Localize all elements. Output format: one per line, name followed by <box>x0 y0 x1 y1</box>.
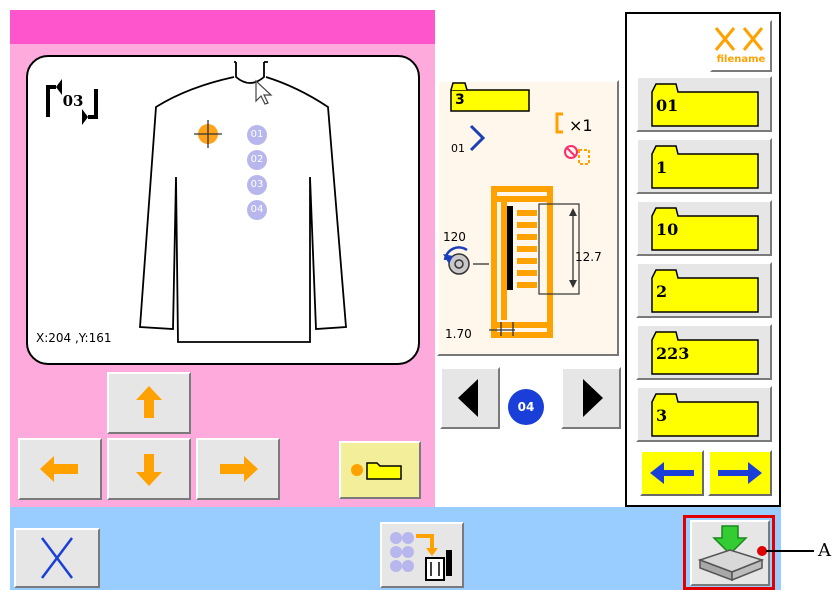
folder-label: 10 <box>656 220 679 239</box>
triangle-right-icon <box>583 379 603 417</box>
folder-item[interactable]: 01 <box>636 76 772 132</box>
pattern-number-icon[interactable]: 03 <box>44 77 102 129</box>
needle-position-marker <box>194 120 222 148</box>
mouse-cursor-icon <box>255 79 273 105</box>
height-value: 12.7 <box>575 250 602 264</box>
filename-icon <box>714 27 764 51</box>
folder-item[interactable]: 1 <box>636 138 772 194</box>
folder-page-previous-button[interactable] <box>640 450 704 496</box>
move-left-button[interactable] <box>18 438 102 500</box>
file-number-value: 3 <box>455 92 465 108</box>
arrow-left-icon <box>650 462 694 484</box>
cancel-button[interactable] <box>14 528 100 588</box>
stitch-point-marker[interactable]: 03 <box>247 175 267 195</box>
filename-label: filename <box>716 54 766 65</box>
current-point-badge: 04 <box>508 389 544 425</box>
move-down-button[interactable] <box>107 438 191 500</box>
angle-value: 120 <box>443 230 466 244</box>
folder-label: 223 <box>656 344 690 363</box>
folder-item[interactable]: 3 <box>636 386 772 442</box>
next-point-button[interactable] <box>561 367 621 429</box>
move-right-button[interactable] <box>196 438 280 500</box>
arrow-right-icon <box>220 456 258 482</box>
arrow-down-icon <box>136 454 162 486</box>
folder-label: 1 <box>656 158 668 177</box>
folder-item[interactable]: 223 <box>636 324 772 380</box>
folder-item[interactable]: 2 <box>636 262 772 318</box>
stitch-point-marker[interactable]: 04 <box>247 200 267 220</box>
stitch-settings-card[interactable]: 3 01 ×1 120 12.7 1.70 <box>437 80 619 356</box>
arrow-right-icon <box>718 462 762 484</box>
move-up-button[interactable] <box>107 372 191 434</box>
repeat-count-value: ×1 <box>569 116 593 135</box>
folder-label: 01 <box>656 96 679 115</box>
pattern-number: 03 <box>62 92 84 110</box>
folder-select-icon <box>351 462 402 480</box>
triangle-left-icon <box>458 379 478 417</box>
pattern-title-bar <box>10 10 435 44</box>
delete-pattern-button[interactable] <box>380 522 464 588</box>
folder-item[interactable]: 10 <box>636 200 772 256</box>
garment-preview[interactable]: 03 01 02 03 04 X:204 ,Y:161 <box>26 55 420 365</box>
folder-open-button[interactable] <box>339 441 421 499</box>
stitch-point-marker[interactable]: 01 <box>247 125 267 145</box>
coordinate-readout: X:204 ,Y:161 <box>36 331 112 345</box>
folder-page-next-button[interactable] <box>708 450 772 496</box>
previous-point-button[interactable] <box>440 367 500 429</box>
close-icon <box>41 537 73 579</box>
filename-button[interactable]: filename <box>710 20 772 72</box>
folder-label: 3 <box>656 406 668 425</box>
start-point-value: 01 <box>451 142 465 155</box>
callout-label: A <box>818 540 831 561</box>
arrow-up-icon <box>136 386 162 418</box>
callout-line <box>766 550 814 552</box>
folder-label: 2 <box>656 282 668 301</box>
width-value: 1.70 <box>445 327 472 341</box>
delete-points-icon <box>390 532 452 581</box>
stitch-point-marker[interactable]: 02 <box>247 150 267 170</box>
arrow-left-icon <box>40 456 78 482</box>
